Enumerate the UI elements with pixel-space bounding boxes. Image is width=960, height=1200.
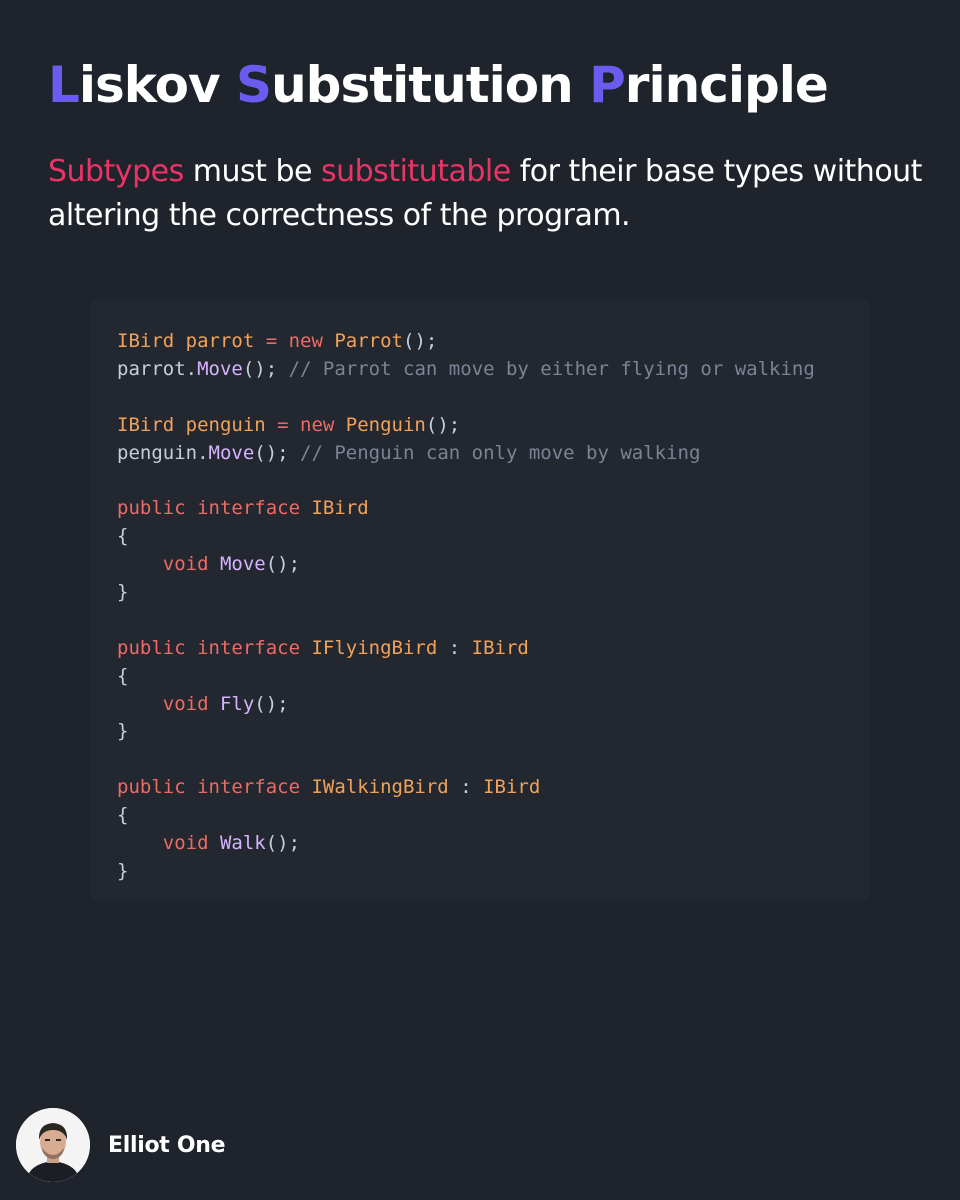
code-token-plain: : [437,636,472,659]
code-token-comment: // Penguin can only move by walking [300,441,701,464]
code-line: public interface IFlyingBird : IBird [117,635,870,663]
code-token-type: IBird [471,636,529,659]
person-avatar-icon [16,1108,90,1182]
code-token-method: Move [219,553,266,576]
code-token-comment: // Parrot can move by either flying or w… [288,357,815,380]
code-token-plain: (); [242,357,289,380]
subtitle-highlight: substitutable [321,154,511,189]
code-token-keyword: void [162,553,220,576]
code-line: { [117,663,870,691]
title-rest: ubstitution [271,56,590,114]
code-line: void Fly(); [117,691,870,719]
code-block: IBird parrot = new Parrot(); parrot.Move(… [90,300,870,900]
code-token-plain: } [117,859,129,882]
title-part: Substitution [236,56,589,114]
avatar [16,1108,90,1182]
code-line: { [117,802,870,830]
code-token-type: IFlyingBird [311,636,438,659]
subtitle-highlight: Subtypes [48,154,184,189]
code-token-keyword: = new [265,413,346,436]
code-token-keyword: public interface [117,636,312,659]
title-initial: L [48,56,80,114]
code-token-type: IBird [311,497,369,520]
title-rest: iskov [78,56,237,114]
code-token-type: IBird [483,776,541,799]
code-token-plain: (); [254,441,301,464]
title-initial: P [589,56,626,114]
code-token-plain: (); [265,832,301,855]
code-token-method: Fly [219,692,255,715]
title-part: Liskov [48,56,236,114]
code-line: { [117,523,870,551]
code-token-type: IWalkingBird [311,776,449,799]
code-token-keyword: = new [254,330,335,352]
code-line: public interface IBird [117,495,870,523]
code-line: IBird penguin = new Penguin(); [117,412,870,440]
code-line: parrot.Move(); // Parrot can move by eit… [117,356,870,384]
page-title: Liskov Substitution Principle [48,56,829,114]
code-line: IBird parrot = new Parrot(); [117,328,870,356]
code-token-plain: (); [254,692,289,715]
code-token-type: IBird parrot [117,330,255,352]
code-token-type: Penguin [345,413,426,436]
code-token-plain: (); [403,330,438,352]
code-line: void Move(); [117,551,870,579]
code-line: } [117,579,870,607]
title-initial: S [236,56,272,114]
code-line: public interface IWalkingBird : IBird [117,774,870,802]
code-token-plain: { [117,664,129,687]
code-token-plain: : [448,776,484,799]
code-token-plain: { [117,804,129,827]
code-token-plain: { [117,525,129,548]
code-token-plain: } [117,720,129,743]
code-token-keyword: public interface [117,776,312,799]
code-token-keyword: public interface [117,497,312,520]
code-token-keyword: void [162,692,220,715]
code-token-method: Move [197,357,243,380]
code-token-plain: } [117,581,129,604]
code-token-type: IBird penguin [117,413,266,436]
title-part: Principle [589,56,829,114]
code-token-plain: (); [265,553,301,576]
code-token-plain: penguin. [117,441,209,464]
code-line: } [117,718,870,746]
code-token-plain: parrot. [117,357,198,380]
subtitle-text: must be [183,154,321,189]
code-token-method: Move [208,441,255,464]
code-token-keyword: void [162,832,220,855]
subtitle: Subtypes must be substitutable for their… [48,150,928,238]
author-badge: Elliot One [16,1108,226,1182]
code-line: } [117,858,870,886]
code-token-type: Parrot [334,330,403,352]
code-token-method: Walk [219,832,266,855]
code-line: penguin.Move(); // Penguin can only move… [117,440,870,468]
title-rest: rinciple [624,56,829,114]
code-line: void Walk(); [117,830,870,858]
code-token-plain: (); [425,413,461,436]
author-name: Elliot One [108,1132,226,1158]
